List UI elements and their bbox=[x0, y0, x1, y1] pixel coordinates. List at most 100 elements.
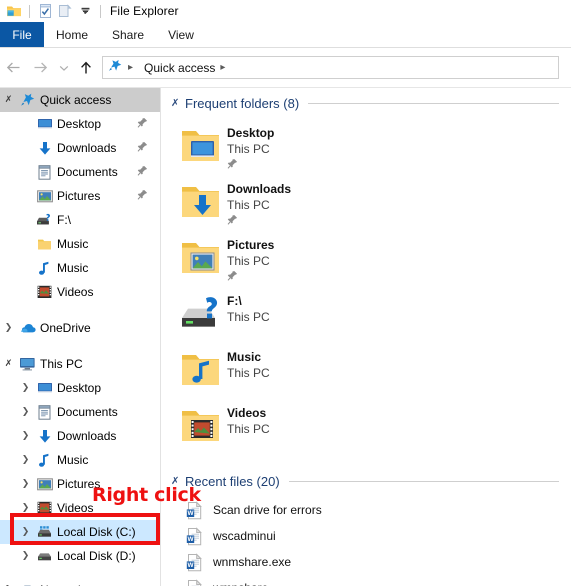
folder-music-icon bbox=[175, 346, 227, 394]
svg-text:W: W bbox=[187, 536, 194, 543]
frequent-folder-name: F:\ bbox=[227, 294, 242, 308]
chevron-right-icon[interactable]: ❯ bbox=[17, 383, 34, 393]
chevron-right-icon[interactable]: ❯ bbox=[0, 323, 17, 333]
frequent-folder-name: Pictures bbox=[227, 238, 275, 252]
nav-item-videos[interactable]: ▸ Videos bbox=[0, 280, 160, 304]
section-header-frequent-folders[interactable]: ✗ Frequent folders (8) bbox=[161, 92, 571, 114]
address-path-box[interactable]: ▸ Quick access ▸ bbox=[102, 56, 559, 79]
word-doc-icon: W bbox=[175, 526, 213, 546]
videos-icon bbox=[34, 501, 55, 515]
frequent-folder-location: This PC bbox=[227, 198, 270, 212]
recent-file-row[interactable]: W wscadminui bbox=[175, 523, 571, 549]
chevron-down-icon[interactable]: ✗ bbox=[171, 98, 185, 109]
nav-item-pc-documents[interactable]: ❯ Documents bbox=[0, 400, 160, 424]
frequent-folder-item[interactable]: Pictures This PC bbox=[175, 232, 418, 288]
chevron-right-icon[interactable]: ❯ bbox=[17, 527, 34, 537]
nav-item-local-disk-d[interactable]: ❯ Local Disk (D:) bbox=[0, 544, 160, 568]
nav-item-quick-access[interactable]: ✗ Quick access bbox=[0, 88, 160, 112]
frequent-folder-name: Desktop bbox=[227, 126, 275, 140]
qat-separator-1 bbox=[29, 4, 30, 18]
recent-files-list: W Scan drive for errors W wscadminui W w… bbox=[175, 497, 571, 586]
title-bar: File Explorer bbox=[0, 0, 571, 22]
recent-file-name: wmpshare bbox=[213, 581, 268, 586]
recent-file-row[interactable]: W wnmshare.exe bbox=[175, 549, 571, 575]
word-doc-icon: W bbox=[175, 578, 213, 586]
customize-dropdown-icon[interactable] bbox=[75, 2, 95, 20]
nav-label: Music bbox=[57, 237, 89, 251]
pin-icon[interactable] bbox=[227, 270, 274, 284]
pin-icon[interactable] bbox=[137, 117, 148, 131]
nav-label: Desktop bbox=[57, 117, 102, 131]
nav-item-pictures[interactable]: ▸ Pictures bbox=[0, 184, 160, 208]
nav-item-pc-music[interactable]: ❯ Music bbox=[0, 448, 160, 472]
nav-label: Music bbox=[57, 261, 89, 275]
chevron-right-icon[interactable]: ❯ bbox=[17, 479, 34, 489]
nav-label: This PC bbox=[40, 357, 83, 371]
frequent-folder-item[interactable]: F:\ This PC bbox=[175, 288, 418, 344]
frequent-folder-item[interactable]: Downloads This PC bbox=[175, 176, 418, 232]
tab-file[interactable]: File bbox=[0, 22, 44, 47]
folder-desktop-icon bbox=[175, 122, 227, 170]
pin-icon[interactable] bbox=[227, 158, 274, 172]
chevron-placeholder-icon: ▸ bbox=[17, 215, 34, 225]
frequent-folder-location: This PC bbox=[227, 366, 270, 380]
frequent-folder-name: Videos bbox=[227, 406, 267, 420]
back-button[interactable] bbox=[0, 55, 27, 81]
local-disk-c-icon bbox=[34, 525, 55, 539]
navigation-pane[interactable]: ✗ Quick access ▸ Desktop bbox=[0, 88, 160, 586]
nav-item-documents[interactable]: ▸ Documents bbox=[0, 160, 160, 184]
tab-home[interactable]: Home bbox=[44, 22, 100, 47]
properties-icon[interactable] bbox=[35, 2, 55, 20]
pin-icon[interactable] bbox=[227, 214, 291, 228]
chevron-down-icon[interactable]: ✗ bbox=[0, 359, 17, 369]
breadcrumb-quick-access[interactable]: Quick access bbox=[144, 61, 215, 75]
chevron-down-icon[interactable]: ✗ bbox=[0, 95, 17, 105]
this-pc-icon bbox=[17, 357, 38, 371]
nav-item-desktop[interactable]: ▸ Desktop bbox=[0, 112, 160, 136]
tab-share[interactable]: Share bbox=[100, 22, 156, 47]
frequent-folder-location: This PC bbox=[227, 310, 270, 324]
nav-item-f-drive[interactable]: ▸ F:\ bbox=[0, 208, 160, 232]
tab-view[interactable]: View bbox=[156, 22, 206, 47]
recent-file-row[interactable]: W Scan drive for errors bbox=[175, 497, 571, 523]
nav-group-gap-2 bbox=[0, 340, 160, 352]
new-folder-icon[interactable] bbox=[55, 2, 75, 20]
frequent-folder-item[interactable]: Videos This PC bbox=[175, 400, 418, 456]
nav-item-onedrive[interactable]: ❯ OneDrive bbox=[0, 316, 160, 340]
nav-item-pc-downloads[interactable]: ❯ Downloads bbox=[0, 424, 160, 448]
frequent-folder-item[interactable]: Music This PC bbox=[175, 344, 418, 400]
chevron-right-icon[interactable]: ❯ bbox=[17, 431, 34, 441]
pin-icon[interactable] bbox=[137, 189, 148, 203]
nav-item-network[interactable]: ❯ Network bbox=[0, 578, 160, 586]
chevron-right-icon[interactable]: ❯ bbox=[17, 455, 34, 465]
recent-file-name: wscadminui bbox=[213, 529, 276, 543]
section-divider bbox=[288, 480, 559, 482]
explorer-folder-icon[interactable] bbox=[4, 2, 24, 20]
desktop-icon bbox=[34, 381, 55, 395]
pin-icon[interactable] bbox=[137, 165, 148, 179]
chevron-right-icon[interactable]: ❯ bbox=[17, 407, 34, 417]
annotation-right-click-label: Right click bbox=[92, 484, 201, 506]
forward-button[interactable] bbox=[27, 55, 54, 81]
nav-label: OneDrive bbox=[40, 321, 91, 335]
frequent-folder-name: Music bbox=[227, 350, 262, 364]
nav-item-music-library[interactable]: ▸ Music bbox=[0, 256, 160, 280]
pin-icon[interactable] bbox=[137, 141, 148, 155]
chevron-right-icon[interactable]: ❯ bbox=[17, 503, 34, 513]
nav-item-pc-desktop[interactable]: ❯ Desktop bbox=[0, 376, 160, 400]
frequent-folder-item[interactable]: Desktop This PC bbox=[175, 120, 418, 176]
breadcrumb-separator-2[interactable]: ▸ bbox=[220, 62, 225, 73]
section-header-recent-files[interactable]: ✗ Recent files (20) bbox=[161, 470, 571, 492]
nav-item-music-folder[interactable]: ▸ Music bbox=[0, 232, 160, 256]
nav-item-local-disk-c[interactable]: ❯ Local Disk (C:) bbox=[0, 520, 160, 544]
recent-file-name: wnmshare.exe bbox=[213, 555, 292, 569]
up-button[interactable] bbox=[74, 55, 98, 81]
nav-item-this-pc[interactable]: ✗ This PC bbox=[0, 352, 160, 376]
chevron-right-icon[interactable]: ❯ bbox=[17, 551, 34, 561]
qat-separator-2 bbox=[100, 4, 101, 18]
nav-item-downloads[interactable]: ▸ Downloads bbox=[0, 136, 160, 160]
recent-file-row[interactable]: W wmpshare bbox=[175, 575, 571, 586]
recent-locations-button[interactable] bbox=[54, 55, 74, 81]
content-pane[interactable]: ✗ Frequent folders (8) Desktop This PC D… bbox=[161, 88, 571, 586]
frequent-folder-name: Downloads bbox=[227, 182, 292, 196]
